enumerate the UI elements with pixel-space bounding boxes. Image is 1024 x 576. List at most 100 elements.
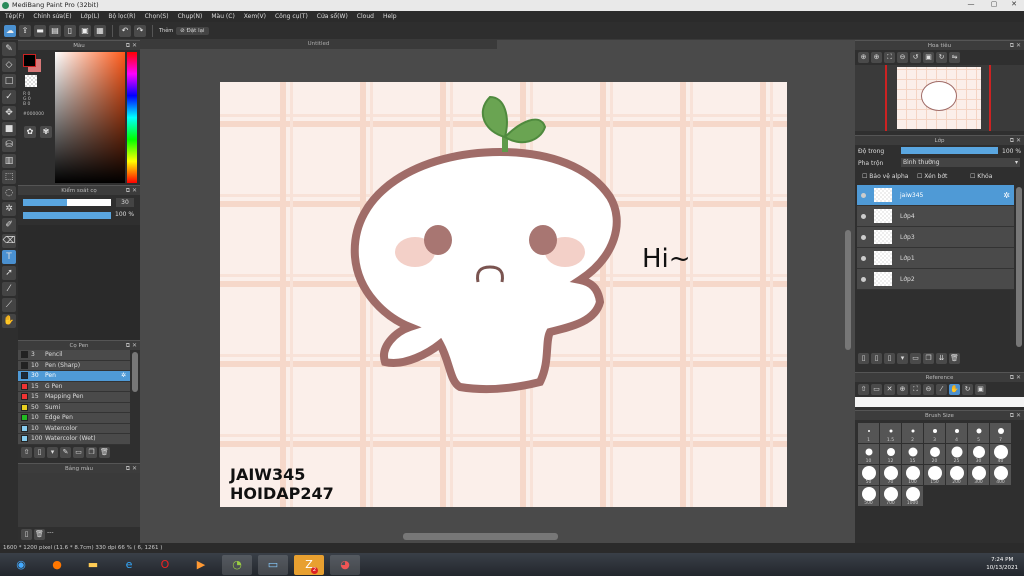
upload-icon[interactable]: ⇧ — [858, 384, 869, 395]
add-layer-menu-icon[interactable]: ▾ — [897, 353, 908, 364]
move-tool-icon[interactable]: ✥ — [2, 106, 16, 120]
zoom-in-icon[interactable]: ⊕ — [871, 52, 882, 63]
opera-icon[interactable]: O — [150, 555, 180, 575]
layer-row[interactable]: Lớp3 — [857, 227, 1014, 248]
operation-tool-icon[interactable]: ➚ — [2, 266, 16, 280]
zoom-actual-icon[interactable]: ⊕ — [858, 52, 869, 63]
fill-rect-tool-icon[interactable]: ■ — [2, 122, 16, 136]
folder-icon[interactable]: ▭ — [73, 447, 84, 458]
medibang-taskbar-icon[interactable]: ◕ — [330, 554, 360, 575]
brush-size-option[interactable]: 10 — [858, 444, 879, 464]
start-button-icon[interactable]: ◉ — [6, 555, 36, 575]
brush-size-value[interactable]: 30 — [116, 198, 134, 207]
brush-size-option[interactable]: 1000 — [902, 486, 923, 506]
redo-icon[interactable]: ↷ — [134, 24, 146, 37]
foreground-color-swatch[interactable] — [23, 54, 36, 67]
eyedropper-tool-icon[interactable]: ⁄ — [2, 282, 16, 296]
close-reference-icon[interactable]: ✕ — [884, 384, 895, 395]
layer-row[interactable]: Lớp1 — [857, 248, 1014, 269]
brush-size-slider[interactable] — [23, 199, 111, 206]
brush-size-option[interactable]: 1 — [858, 423, 879, 443]
brush-item[interactable]: 30 Pen ✲ — [18, 371, 130, 382]
zalo-icon[interactable]: Z2 — [294, 554, 324, 575]
menu-item[interactable]: Help — [383, 11, 397, 22]
internet-explorer-icon[interactable]: e — [114, 555, 144, 575]
add-brush-icon[interactable]: ▾ — [47, 447, 58, 458]
layer-row[interactable]: Lớp2 — [857, 269, 1014, 290]
minimize-button[interactable]: — — [962, 0, 980, 9]
ref-zoom-out-icon[interactable]: ⊖ — [923, 384, 934, 395]
eraser-tool-icon[interactable]: ◇ — [2, 58, 16, 72]
delete-layer-icon[interactable]: 🗑 — [949, 353, 960, 364]
layer-opacity-slider[interactable] — [901, 147, 998, 154]
delete-palette-icon[interactable]: 🗑 — [34, 529, 45, 540]
flip-icon[interactable]: ⇋ — [949, 52, 960, 63]
menu-item[interactable]: Công cụ(T) — [275, 11, 308, 22]
undo-icon[interactable]: ↶ — [119, 24, 131, 37]
brush-size-option[interactable]: 5 — [968, 423, 989, 443]
rotate-left-icon[interactable]: ↺ — [910, 52, 921, 63]
menu-item[interactable]: Chỉnh sửa(E) — [33, 11, 71, 22]
new-halftone-layer-icon[interactable]: ▯ — [871, 353, 882, 364]
visibility-icon[interactable] — [861, 255, 866, 261]
menu-item[interactable]: Màu (C) — [211, 11, 234, 22]
palette-icon[interactable]: ✿ — [24, 126, 36, 138]
horizontal-scrollbar[interactable] — [403, 533, 558, 540]
message-icon[interactable]: ▤ — [49, 24, 61, 37]
brush-item[interactable]: 100 Watercolor (Wet) — [18, 434, 130, 445]
file-explorer-icon[interactable]: ▬ — [78, 555, 108, 575]
layer-row[interactable]: Lớp4 — [857, 206, 1014, 227]
menu-item[interactable]: Chụp(N) — [178, 11, 203, 22]
brush-size-option[interactable]: 700 — [880, 486, 901, 506]
open-folder-icon[interactable]: ▭ — [871, 384, 882, 395]
media-player-icon[interactable]: ▶ — [186, 555, 216, 575]
firefox-icon[interactable]: ● — [42, 555, 72, 575]
clipping-checkbox[interactable]: ☐ Xén bớt — [917, 173, 947, 180]
brush-size-option[interactable]: 400 — [990, 465, 1011, 485]
menu-item[interactable]: Lớp(L) — [81, 11, 100, 22]
new-palette-icon[interactable]: ▯ — [21, 529, 32, 540]
brush-size-option[interactable]: 2 — [902, 423, 923, 443]
document-tab[interactable]: Untitled — [140, 40, 497, 49]
transparent-color-swatch[interactable] — [25, 75, 37, 87]
brush-size-option[interactable]: 12 — [880, 444, 901, 464]
dot-tool-icon[interactable]: □ — [2, 74, 16, 88]
gift-icon[interactable]: ▦ — [94, 24, 106, 37]
protect-alpha-checkbox[interactable]: ☐ Bảo vệ alpha — [862, 173, 908, 180]
brush-tool-icon[interactable]: ✎ — [2, 42, 16, 56]
app-green-icon[interactable]: ◔ — [222, 554, 252, 575]
brush-list-scrollbar[interactable] — [132, 352, 138, 392]
comment-icon[interactable]: ▬ — [34, 24, 46, 37]
brush-size-option[interactable]: 20 — [924, 444, 945, 464]
reset-rotate-icon[interactable]: ▣ — [923, 52, 934, 63]
zoom-out-icon[interactable]: ⊖ — [897, 52, 908, 63]
lasso-tool-icon[interactable]: ◌ — [2, 186, 16, 200]
brush-size-option[interactable]: 100 — [902, 465, 923, 485]
select-eraser-tool-icon[interactable]: ⌫ — [2, 234, 16, 248]
new-8bit-layer-icon[interactable]: ▯ — [884, 353, 895, 364]
brush-size-option[interactable]: 50 — [858, 465, 879, 485]
menu-item[interactable]: Bộ lọc(R) — [108, 11, 135, 22]
ref-hand-icon[interactable]: ✋ — [949, 384, 960, 395]
blend-mode-select[interactable]: Bình thường ▾ — [901, 158, 1020, 167]
navigator-preview[interactable] — [855, 65, 1024, 131]
brush-size-option[interactable]: 3 — [924, 423, 945, 443]
ref-fullscreen-icon[interactable]: ▣ — [975, 384, 986, 395]
brush-size-option[interactable]: 200 — [946, 465, 967, 485]
bucket-tool-icon[interactable]: ⛁ — [2, 138, 16, 152]
color-wheel-icon[interactable]: ✾ — [40, 126, 52, 138]
visibility-icon[interactable] — [861, 192, 866, 198]
brush-size-option[interactable]: 30 — [968, 444, 989, 464]
save-icon[interactable]: ▣ — [79, 24, 91, 37]
ref-fit-icon[interactable]: ⛶ — [910, 384, 921, 395]
visibility-icon[interactable] — [861, 276, 866, 282]
hue-slider[interactable] — [127, 52, 137, 183]
brush-size-option[interactable]: 1.5 — [880, 423, 901, 443]
brush-size-option[interactable]: 15 — [902, 444, 923, 464]
visibility-icon[interactable] — [861, 213, 866, 219]
brush-item[interactable]: 15 G Pen — [18, 381, 130, 392]
text-tool-icon[interactable]: T — [2, 250, 16, 264]
vertical-scrollbar[interactable] — [845, 230, 851, 350]
new-brush-icon[interactable]: ▯ — [34, 447, 45, 458]
remote-desktop-icon[interactable]: ▭ — [258, 554, 288, 575]
